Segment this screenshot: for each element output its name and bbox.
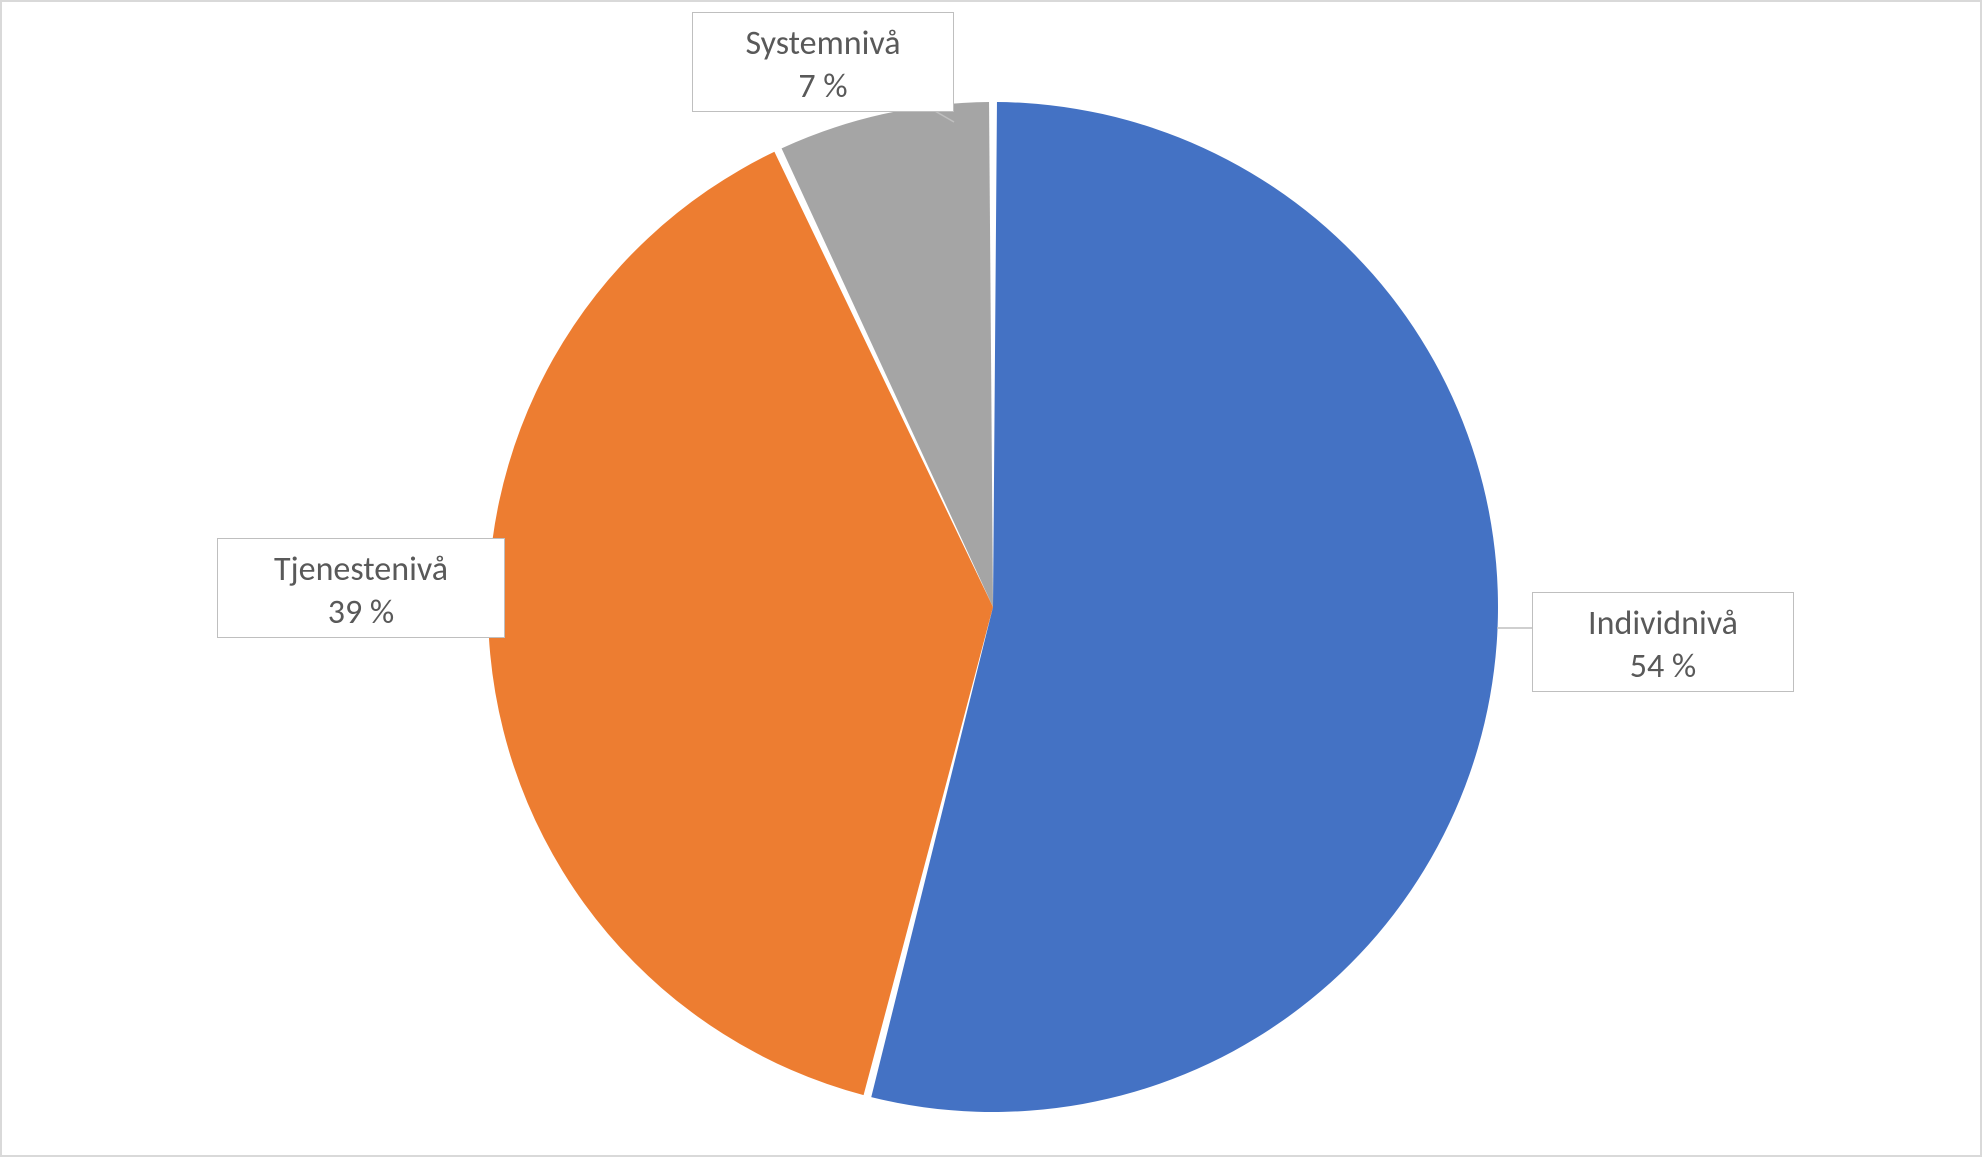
- data-label-tjenesteniva: Tjenestenivå 39 %: [217, 538, 505, 638]
- data-label-percent: 54 %: [1551, 646, 1775, 689]
- data-label-percent: 7 %: [711, 66, 935, 109]
- chart-frame: Individnivå 54 % Tjenestenivå 39 % Syste…: [0, 0, 1982, 1157]
- data-label-percent: 39 %: [236, 592, 486, 635]
- data-label-category: Tjenestenivå: [236, 549, 486, 592]
- data-label-individniva: Individnivå 54 %: [1532, 592, 1794, 692]
- pie-slices: [488, 102, 1498, 1112]
- data-label-category: Systemnivå: [711, 23, 935, 66]
- data-label-systemniva: Systemnivå 7 %: [692, 12, 954, 112]
- data-label-category: Individnivå: [1551, 603, 1775, 646]
